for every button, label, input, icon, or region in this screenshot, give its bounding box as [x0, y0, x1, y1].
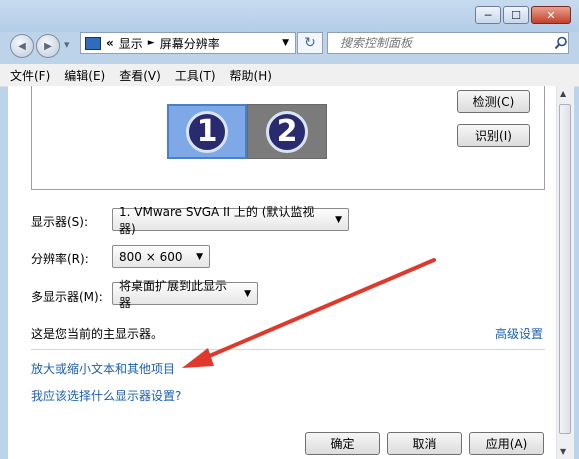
- display-label: 显示器(S):: [31, 215, 89, 229]
- display-settings-help-link[interactable]: 我应该选择什么显示器设置?: [31, 387, 181, 404]
- main-display-text: 这是您当前的主显示器。: [31, 327, 164, 341]
- monitor-2-number: 2: [266, 110, 308, 153]
- monitor-1[interactable]: 1: [167, 104, 247, 159]
- menu-file[interactable]: 文件(F): [10, 67, 50, 84]
- chevron-down-icon: ▼: [335, 214, 342, 225]
- chevron-down-icon[interactable]: ▼: [282, 38, 289, 48]
- ok-button[interactable]: 确定: [305, 432, 380, 455]
- display-select[interactable]: 1. VMware SVGA II 上的 (默认监视器) ▼: [112, 205, 349, 236]
- chevron-down-icon: ▼: [244, 288, 251, 299]
- forward-arrow-icon: ▶: [44, 40, 52, 52]
- chevron-down-icon: ▼: [196, 251, 203, 262]
- scroll-up-icon[interactable]: ▲: [560, 89, 566, 98]
- search-icon[interactable]: [554, 36, 568, 50]
- multi-display-select[interactable]: 将桌面扩展到此显示器 ▼: [112, 279, 258, 310]
- monitor-icon: [85, 36, 101, 50]
- monitor-2[interactable]: 2: [247, 104, 327, 159]
- menu-tools[interactable]: 工具(T): [175, 67, 216, 84]
- back-arrow-icon: ◀: [18, 40, 26, 52]
- caption-buttons: ─ ☐ ✕: [473, 6, 571, 26]
- display-select-value: 1. VMware SVGA II 上的 (默认监视器): [119, 204, 315, 236]
- close-button[interactable]: ✕: [531, 6, 571, 24]
- menu-help[interactable]: 帮助(H): [230, 67, 272, 84]
- resolution-select-value: 800 × 600: [119, 249, 183, 264]
- scroll-down-icon[interactable]: ▼: [560, 447, 566, 456]
- search-input[interactable]: [338, 35, 550, 51]
- cancel-button[interactable]: 取消: [387, 432, 462, 455]
- vertical-scrollbar[interactable]: ▲ ▼: [556, 86, 574, 459]
- breadcrumb-resolution[interactable]: 屏幕分辨率: [160, 35, 220, 52]
- detect-button[interactable]: 检测(C): [457, 90, 530, 113]
- resolution-label: 分辨率(R):: [31, 252, 89, 266]
- resize-text-link[interactable]: 放大或缩小文本和其他项目: [31, 360, 175, 377]
- minimize-button[interactable]: ─: [475, 6, 501, 24]
- back-button[interactable]: ◀: [10, 34, 34, 58]
- identify-button[interactable]: 识别(I): [457, 124, 530, 147]
- address-bar[interactable]: « 显示 ► 屏幕分辨率 ▼: [80, 32, 296, 54]
- multi-display-select-value: 将桌面扩展到此显示器: [119, 278, 228, 310]
- advanced-settings-link[interactable]: 高级设置: [495, 325, 543, 342]
- refresh-button[interactable]: ↻: [297, 32, 323, 54]
- menu-edit[interactable]: 编辑(E): [64, 67, 105, 84]
- resolution-select[interactable]: 800 × 600 ▼: [112, 245, 210, 268]
- refresh-icon: ↻: [304, 35, 316, 51]
- maximize-button[interactable]: ☐: [503, 6, 529, 24]
- breadcrumb-prefix[interactable]: «: [106, 36, 114, 50]
- breadcrumb-display[interactable]: 显示: [119, 35, 143, 52]
- menu-view[interactable]: 查看(V): [119, 67, 161, 84]
- multi-display-label: 多显示器(M):: [31, 290, 103, 304]
- scrollbar-thumb[interactable]: [559, 104, 571, 434]
- divider: [31, 349, 545, 350]
- breadcrumb-separator[interactable]: ►: [148, 38, 155, 48]
- apply-button[interactable]: 应用(A): [469, 432, 544, 455]
- forward-button[interactable]: ▶: [36, 34, 60, 58]
- history-dropdown[interactable]: ▾: [64, 38, 70, 51]
- menu-bar: 文件(F) 编辑(E) 查看(V) 工具(T) 帮助(H): [0, 64, 579, 87]
- monitor-1-number: 1: [186, 110, 228, 153]
- search-box[interactable]: [327, 32, 569, 54]
